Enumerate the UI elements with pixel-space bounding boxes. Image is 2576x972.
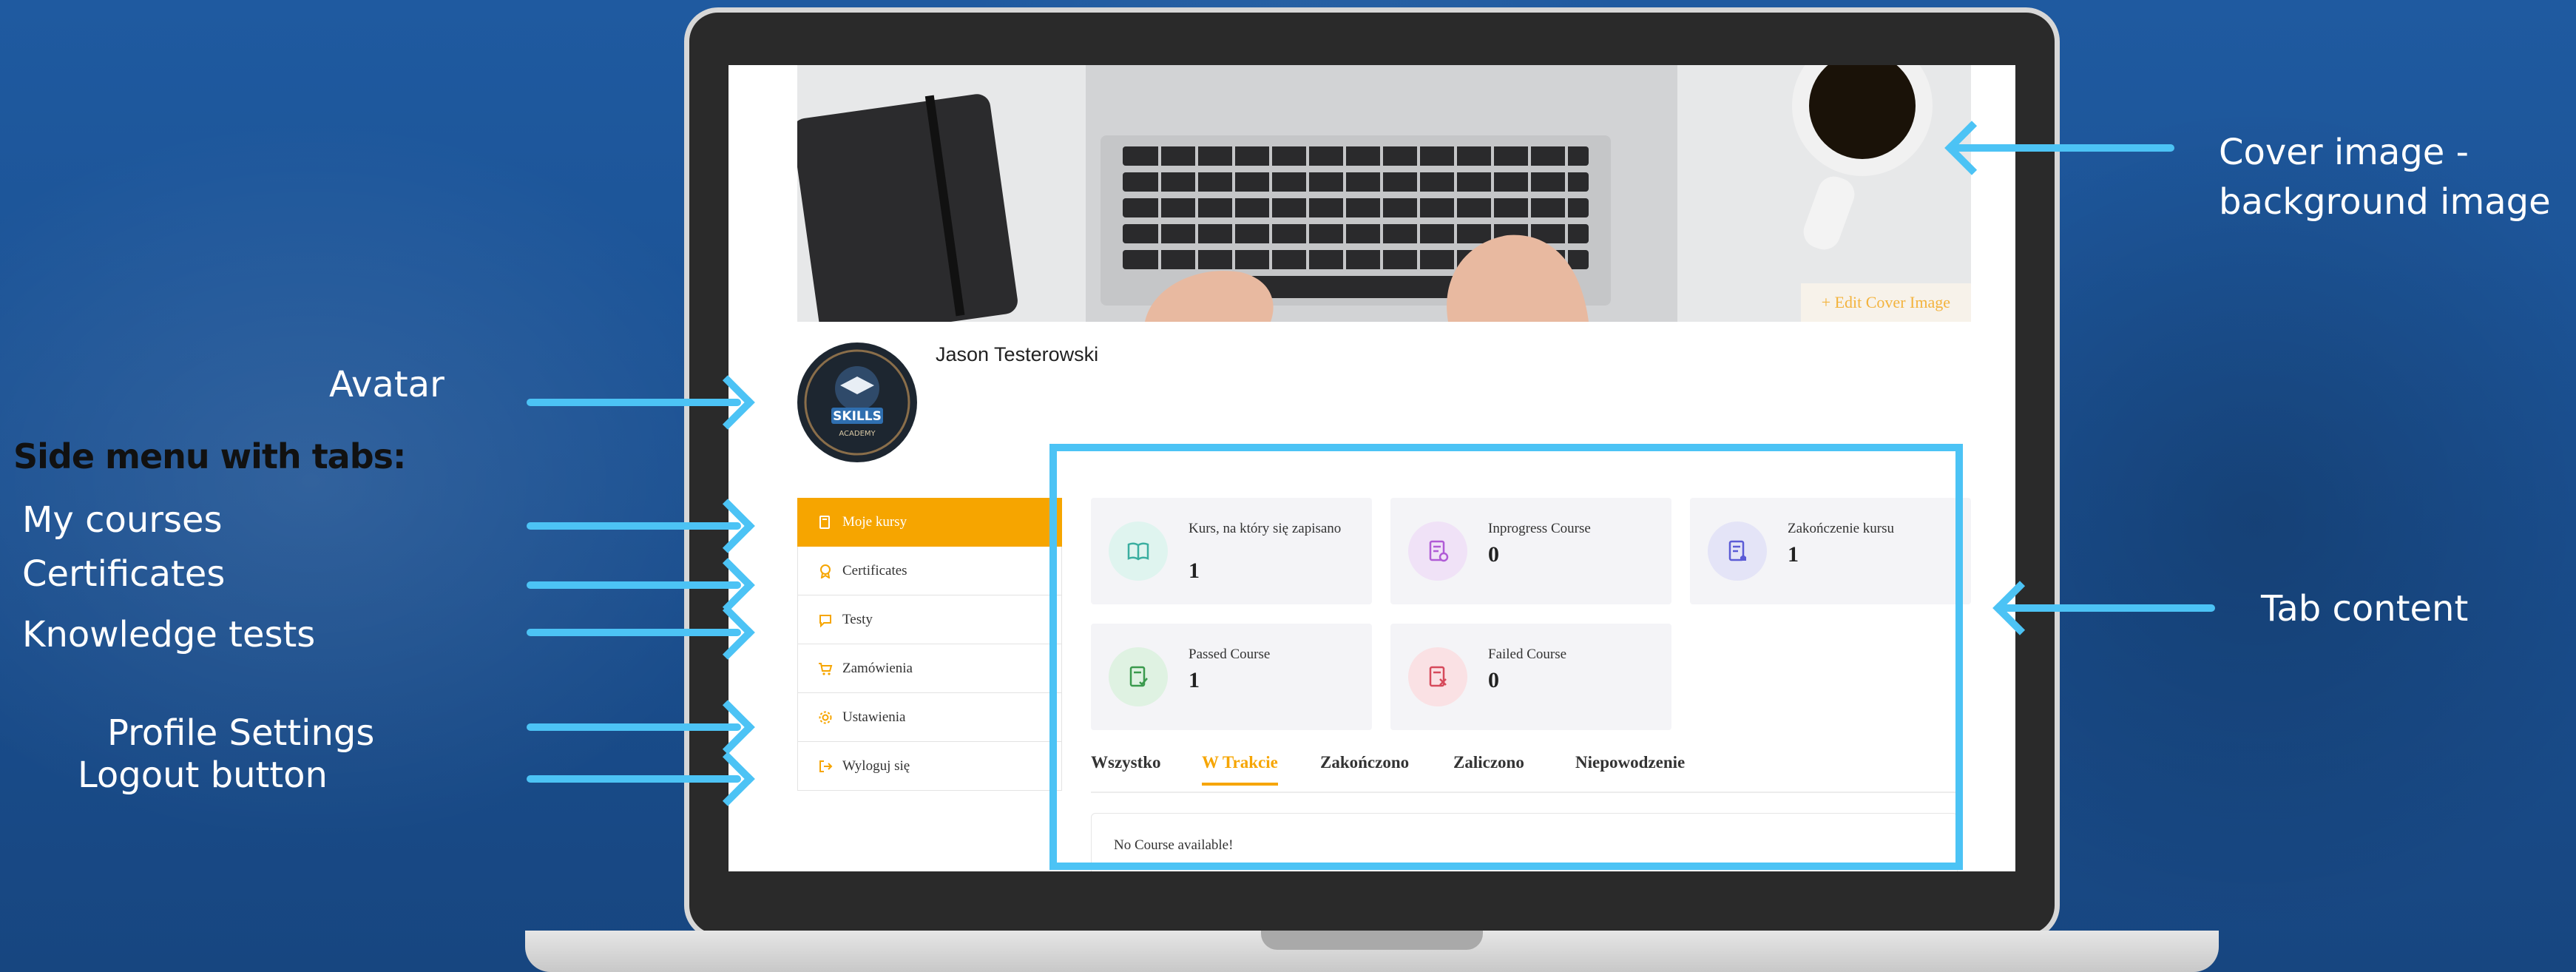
cart-icon xyxy=(817,661,834,677)
sidebar-item-logout[interactable]: Wyloguj się xyxy=(797,742,1062,791)
user-name: Jason Testerowski xyxy=(936,343,1099,365)
sidebar-item-label: Wyloguj się xyxy=(842,757,910,774)
annotation-certificates: Certificates xyxy=(22,553,226,595)
annotation-side-menu-heading: Side menu with tabs: xyxy=(13,436,406,476)
book-icon xyxy=(817,514,834,530)
annotation-avatar: Avatar xyxy=(329,364,444,405)
skills-academy-logo: SKILLS ACADEMY xyxy=(798,343,916,462)
sidebar-item-label: Certificates xyxy=(842,562,907,578)
sidebar-item-orders[interactable]: Zamówienia xyxy=(797,644,1062,693)
avatar-logo-subtext: ACADEMY xyxy=(839,430,876,438)
logout-icon xyxy=(817,758,834,774)
annotation-my-courses: My courses xyxy=(22,499,223,541)
annotation-cover-image-line2: background image xyxy=(2219,181,2551,223)
sidebar-item-label: Moje kursy xyxy=(842,514,907,530)
annotation-knowledge-tests: Knowledge tests xyxy=(22,614,316,655)
cover-image: + Edit Cover Image xyxy=(797,65,1971,322)
chat-icon xyxy=(817,612,834,628)
sidebar-item-settings[interactable]: Ustawienia › xyxy=(797,693,1062,742)
sidebar-item-label: Zamówienia xyxy=(842,660,913,676)
cover-photo-illustration xyxy=(797,65,1971,322)
tab-content-highlight-box xyxy=(1049,444,1963,870)
side-menu: Moje kursy Certificates Testy Zamówienia… xyxy=(797,498,1062,791)
avatar[interactable]: SKILLS ACADEMY xyxy=(797,342,917,462)
sidebar-item-my-courses[interactable]: Moje kursy xyxy=(797,498,1062,547)
annotation-logout-button: Logout button xyxy=(78,755,328,796)
sidebar-item-certificates[interactable]: Certificates xyxy=(797,547,1062,595)
annotation-profile-settings: Profile Settings xyxy=(107,712,375,754)
gear-icon xyxy=(817,709,834,726)
sidebar-item-label: Ustawienia xyxy=(842,709,906,725)
edit-cover-image-button[interactable]: + Edit Cover Image xyxy=(1800,283,1971,322)
avatar-logo-text: SKILLS xyxy=(833,409,882,424)
annotation-tab-content: Tab content xyxy=(2261,588,2469,630)
sidebar-item-label: Testy xyxy=(842,611,873,627)
annotation-cover-image-line1: Cover image - xyxy=(2219,132,2469,173)
sidebar-item-tests[interactable]: Testy xyxy=(797,595,1062,644)
laptop-notch xyxy=(1261,931,1483,950)
certificate-icon xyxy=(817,563,834,579)
